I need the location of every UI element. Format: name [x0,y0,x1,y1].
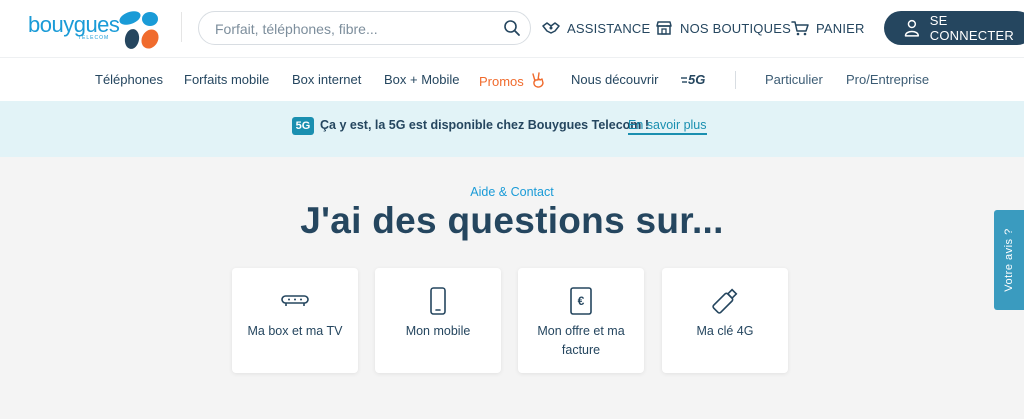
boutiques-link[interactable]: NOS BOUTIQUES [655,18,791,38]
nav-item-box-internet[interactable]: Box internet [292,72,361,87]
usb-key-icon [712,288,738,314]
handshake-icon [542,22,560,34]
feedback-tab[interactable]: Votre avis ? [994,210,1024,310]
nav-divider [735,71,736,89]
card-box-tv[interactable]: Ma box et ma TV [232,268,358,373]
connect-button[interactable]: SE CONNECTER [884,11,1024,45]
card-cle-4g[interactable]: Ma clé 4G [662,268,788,373]
search-bar [198,11,531,45]
nav-item-box-mobile[interactable]: Box + Mobile [384,72,460,87]
cart-icon [791,21,809,36]
page-title: J'ai des questions sur... [300,200,724,241]
nav-item-nous-decouvrir[interactable]: Nous découvrir [571,72,658,87]
nav-segment-pro-entreprise[interactable]: Pro/Entreprise [846,72,929,87]
mobile-icon [430,287,446,315]
invoice-icon: € [570,287,592,315]
feedback-tab-label: Votre avis ? [1003,228,1015,292]
nav-item-telephones[interactable]: Téléphones [95,72,163,87]
nav-item-5g[interactable]: 5G [681,72,705,87]
speed-lines-icon [681,77,687,83]
site-header: bouygues TELECOM ASSISTANCE NOS BOUTIQUE… [0,0,1024,57]
search-icon[interactable] [503,19,521,37]
svg-text:€: € [578,294,585,308]
banner-learn-more-link[interactable]: En savoir plus [628,118,707,135]
logo-subtitle: TELECOM [78,35,110,41]
5g-badge: 5G [292,117,314,135]
header-divider [181,12,182,42]
user-icon [904,19,920,37]
nav-promos-label: Promos [479,74,524,89]
bouygues-telecom-logo[interactable]: bouygues TELECOM [28,4,168,50]
nav-5g-label: 5G [688,72,706,87]
search-input[interactable] [215,19,495,39]
panier-label: PANIER [816,20,865,36]
logo-mark-icon [119,11,159,49]
nav-item-promos[interactable]: Promos [479,72,545,90]
card-offre-facture[interactable]: € Mon offre et ma facture [518,268,644,373]
store-icon [656,21,672,35]
peace-hand-icon [532,72,545,88]
nav-segment-particulier[interactable]: Particulier [765,72,823,87]
assistance-link[interactable]: ASSISTANCE [542,18,650,38]
card-label: Mon offre et ma facture [537,324,625,357]
panier-link[interactable]: PANIER [791,18,865,38]
nav-item-forfaits-mobile[interactable]: Forfaits mobile [184,72,269,87]
assistance-label: ASSISTANCE [567,20,651,36]
section-kicker: Aide & Contact [470,185,554,199]
card-label: Ma box et ma TV [247,324,343,338]
box-tv-icon [281,295,309,306]
5g-banner: 5G Ça y est, la 5G est disponible chez B… [0,101,1024,157]
connect-label: SE CONNECTER [929,13,1014,43]
card-label: Ma clé 4G [696,324,754,338]
boutiques-label: NOS BOUTIQUES [680,20,791,36]
card-mobile[interactable]: Mon mobile [375,268,501,373]
main-nav: Téléphones Forfaits mobile Box internet … [0,57,1024,101]
card-label: Mon mobile [405,324,471,338]
banner-text: Ça y est, la 5G est disponible chez Bouy… [320,118,650,132]
